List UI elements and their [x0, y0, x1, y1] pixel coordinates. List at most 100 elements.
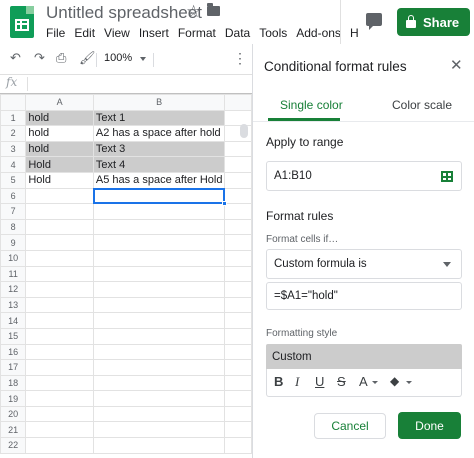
underline-icon[interactable]: U	[315, 375, 324, 389]
row-header[interactable]: 1	[0, 109, 27, 127]
menu-help[interactable]: H	[350, 26, 359, 40]
text-color-caret-icon[interactable]	[372, 381, 378, 384]
cell-a7[interactable]	[25, 203, 94, 220]
cell-empty[interactable]	[224, 156, 252, 173]
select-range-icon[interactable]	[441, 171, 453, 182]
menu-data[interactable]: Data	[225, 26, 250, 40]
menu-tools[interactable]: Tools	[259, 26, 287, 40]
cell-b15[interactable]	[92, 327, 226, 345]
row-header[interactable]: 14	[0, 312, 27, 329]
cell-a4[interactable]: Hold	[25, 156, 94, 173]
cell-empty[interactable]	[224, 140, 252, 158]
row-header[interactable]: 8	[0, 218, 27, 236]
cell-empty[interactable]	[224, 327, 252, 345]
fill-color-icon[interactable]: ◆	[390, 374, 399, 388]
row-header[interactable]: 17	[0, 359, 27, 376]
cell-b22[interactable]	[92, 437, 226, 454]
done-button[interactable]: Done	[398, 412, 461, 439]
cell-a19[interactable]	[25, 390, 94, 407]
cell-empty[interactable]	[224, 374, 252, 392]
menu-addons[interactable]: Add-ons	[296, 26, 341, 40]
row-header[interactable]: 15	[0, 327, 27, 345]
cell-b16[interactable]	[92, 343, 226, 361]
cell-empty[interactable]	[224, 218, 252, 236]
row-header[interactable]: 10	[0, 249, 27, 267]
cell-empty[interactable]	[224, 109, 252, 127]
cell-empty[interactable]	[224, 405, 252, 423]
cell-b19[interactable]	[92, 390, 226, 407]
zoom-select[interactable]: 100%	[104, 52, 132, 64]
cell-a15[interactable]	[25, 327, 94, 345]
cell-a20[interactable]	[25, 405, 94, 423]
row-header[interactable]: 4	[0, 156, 27, 173]
cell-a5[interactable]: Hold	[25, 171, 94, 189]
cell-b9[interactable]	[92, 234, 226, 251]
folder-icon[interactable]	[207, 3, 220, 16]
row-header[interactable]: 9	[0, 234, 27, 251]
row-header[interactable]: 21	[0, 421, 27, 439]
row-header[interactable]: 2	[0, 125, 27, 142]
row-header[interactable]: 12	[0, 281, 27, 298]
fill-handle[interactable]	[222, 201, 228, 207]
row-header[interactable]: 20	[0, 405, 27, 423]
cell-b1[interactable]: Text 1	[92, 109, 226, 127]
cell-empty[interactable]	[224, 421, 252, 439]
cell-empty[interactable]	[224, 265, 252, 283]
tab-single-color[interactable]: Single color	[280, 98, 343, 112]
menu-file[interactable]: File	[46, 26, 65, 40]
undo-icon[interactable]: ↶	[10, 50, 21, 66]
row-header[interactable]: 19	[0, 390, 27, 407]
row-header[interactable]: 11	[0, 265, 27, 283]
cell-a13[interactable]	[25, 296, 94, 314]
cell-a3[interactable]: hold	[25, 140, 94, 158]
style-preview-dropdown[interactable]: Custom	[266, 344, 462, 369]
row-header[interactable]: 3	[0, 140, 27, 158]
cell-empty[interactable]	[224, 171, 252, 189]
cell-b18[interactable]	[92, 374, 226, 392]
strikethrough-icon[interactable]: S	[337, 375, 346, 389]
menu-view[interactable]: View	[104, 26, 130, 40]
row-header[interactable]: 16	[0, 343, 27, 361]
column-header-a[interactable]: A	[25, 94, 94, 111]
custom-formula-input[interactable]: =$A1="hold"	[266, 282, 462, 310]
print-icon[interactable]: ⎙	[56, 50, 66, 66]
cell-a10[interactable]	[25, 249, 94, 267]
cell-a9[interactable]	[25, 234, 94, 251]
column-header-b[interactable]: B	[92, 94, 226, 111]
row-header[interactable]: 18	[0, 374, 27, 392]
menu-format[interactable]: Format	[178, 26, 216, 40]
cell-a6[interactable]	[25, 187, 94, 205]
cell-b12[interactable]	[92, 281, 226, 298]
cell-b7[interactable]	[92, 203, 226, 220]
row-header[interactable]: 13	[0, 296, 27, 314]
cell-b17[interactable]	[92, 359, 226, 376]
cell-b11[interactable]	[92, 265, 226, 283]
close-icon[interactable]: ✕	[450, 58, 463, 73]
more-icon[interactable]: ⋮	[233, 50, 247, 67]
share-button[interactable]: Share	[397, 8, 470, 36]
condition-dropdown[interactable]: Custom formula is	[266, 249, 462, 279]
cell-b2[interactable]: A2 has a space after hold	[92, 125, 226, 142]
cell-a2[interactable]: hold	[25, 125, 94, 142]
cell-empty[interactable]	[224, 249, 252, 267]
cell-empty[interactable]	[224, 359, 252, 376]
row-header[interactable]: 6	[0, 187, 27, 205]
row-header[interactable]: 5	[0, 171, 27, 189]
italic-icon[interactable]: I	[295, 375, 299, 389]
comment-icon[interactable]	[366, 13, 382, 30]
bold-icon[interactable]: B	[274, 375, 283, 389]
cell-a22[interactable]	[25, 437, 94, 454]
cell-b4[interactable]: Text 4	[92, 156, 226, 173]
cell-b20[interactable]	[92, 405, 226, 423]
cell-a18[interactable]	[25, 374, 94, 392]
sheets-logo-icon[interactable]	[10, 6, 34, 38]
cell-a11[interactable]	[25, 265, 94, 283]
redo-icon[interactable]: ↷	[34, 50, 45, 66]
cell-b5[interactable]: A5 has a space after Hold	[92, 171, 226, 189]
cell-b13[interactable]	[92, 296, 226, 314]
zoom-caret-icon[interactable]	[140, 57, 146, 61]
cell-b8[interactable]	[92, 218, 226, 236]
tab-color-scale[interactable]: Color scale	[392, 98, 452, 112]
range-input[interactable]: A1:B10	[266, 161, 462, 191]
cell-empty[interactable]	[224, 234, 252, 251]
